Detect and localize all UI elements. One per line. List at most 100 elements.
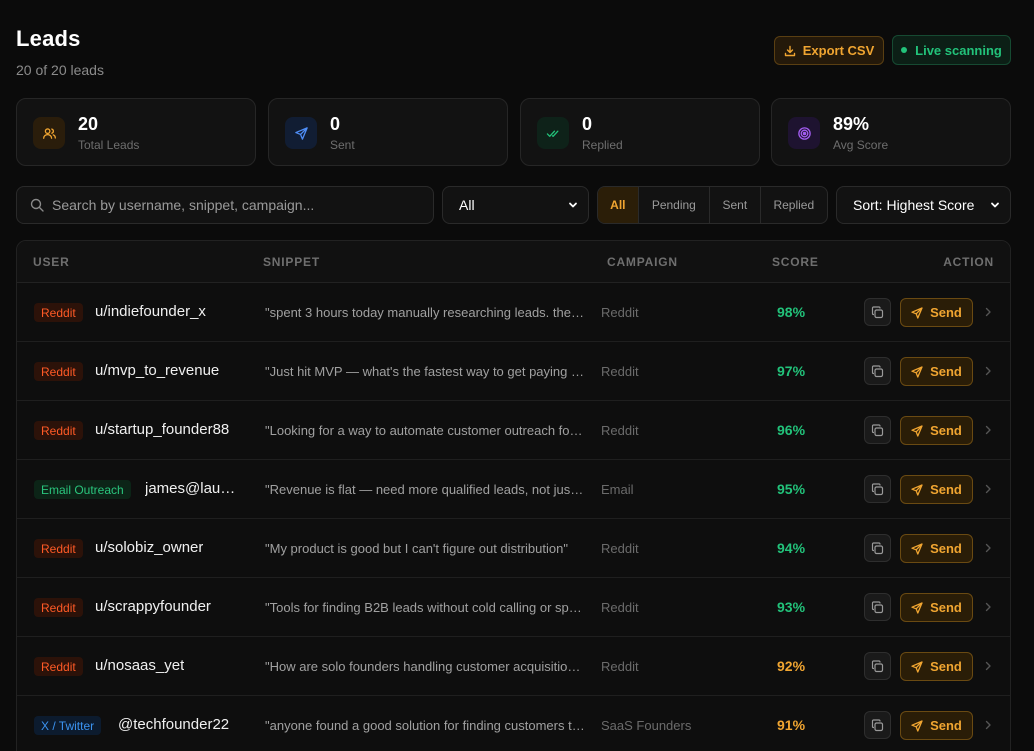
stat-card-avg-score: 89% Avg Score <box>771 98 1011 166</box>
copy-button[interactable] <box>864 357 891 385</box>
send-button[interactable]: Send <box>900 534 973 563</box>
platform-badge: Email Outreach <box>34 480 131 499</box>
lead-campaign: Reddit <box>601 305 639 320</box>
copy-button[interactable] <box>864 298 891 326</box>
column-header-action: ACTION <box>943 255 994 269</box>
chevron-right-icon[interactable] <box>983 306 993 318</box>
lead-username[interactable]: u/solobiz_owner <box>95 539 203 556</box>
lead-username[interactable]: u/indiefounder_x <box>95 303 206 320</box>
send-icon <box>285 117 317 149</box>
send-label: Send <box>930 718 962 733</box>
copy-button[interactable] <box>864 534 891 562</box>
live-scanning-label: Live scanning <box>915 42 1002 58</box>
chevron-right-icon[interactable] <box>983 365 993 377</box>
copy-icon <box>871 364 884 377</box>
table-row[interactable]: Reddit u/solobiz_owner "My product is good… <box>17 519 1010 578</box>
lead-username[interactable]: james@launchpad.io <box>145 480 241 497</box>
campaign-select-value: All <box>459 197 475 213</box>
live-dot-icon <box>901 47 908 53</box>
stat-card-replied: 0 Replied <box>520 98 760 166</box>
tab-all[interactable]: All <box>598 187 638 223</box>
live-scanning-status[interactable]: Live scanning <box>892 35 1011 65</box>
stat-label: Total Leads <box>78 138 140 152</box>
table-row[interactable]: X / Twitter @techfounder22 "anyone found a… <box>17 696 1010 751</box>
send-button[interactable]: Send <box>900 475 973 504</box>
send-label: Send <box>930 541 962 556</box>
lead-snippet: "spent 3 hours today manually researchin… <box>265 305 585 320</box>
copy-button[interactable] <box>864 652 891 680</box>
chevron-right-icon[interactable] <box>983 542 993 554</box>
lead-campaign: Reddit <box>601 600 639 615</box>
platform-badge: X / Twitter <box>34 716 102 735</box>
tab-replied[interactable]: Replied <box>759 187 827 223</box>
send-icon <box>911 483 923 496</box>
lead-username[interactable]: u/startup_founder88 <box>95 421 229 438</box>
lead-score: 91% <box>777 717 806 733</box>
send-button[interactable]: Send <box>900 711 973 740</box>
platform-badge: Reddit <box>34 362 83 381</box>
stat-label: Avg Score <box>833 138 889 152</box>
chevron-right-icon[interactable] <box>983 424 993 436</box>
table-row[interactable]: Reddit u/indiefounder_x "spent 3 hours tod… <box>17 283 1010 342</box>
lead-snippet: "My product is good but I can't figure o… <box>265 541 568 556</box>
export-csv-button[interactable]: Export CSV <box>774 36 884 65</box>
search-input[interactable] <box>52 197 422 213</box>
send-label: Send <box>930 600 962 615</box>
send-button[interactable]: Send <box>900 357 973 386</box>
campaign-select[interactable]: All <box>442 186 589 224</box>
page-title: Leads <box>16 26 81 51</box>
tab-sent[interactable]: Sent <box>709 187 760 223</box>
lead-username[interactable]: u/scrappyfounder <box>95 598 211 615</box>
table-row[interactable]: Reddit u/nosaas_yet "How are solo founders… <box>17 637 1010 696</box>
copy-icon <box>871 659 884 672</box>
send-button[interactable]: Send <box>900 593 973 622</box>
chevron-right-icon[interactable] <box>983 719 993 731</box>
chevron-right-icon[interactable] <box>983 601 993 613</box>
copy-icon <box>871 423 884 436</box>
send-icon <box>911 719 923 732</box>
send-button[interactable]: Send <box>900 652 973 681</box>
copy-button[interactable] <box>864 711 891 739</box>
lead-username[interactable]: u/nosaas_yet <box>95 657 184 674</box>
lead-score: 97% <box>777 363 806 379</box>
lead-username[interactable]: @techfounder22 <box>118 716 229 733</box>
stat-card-total-leads: 20 Total Leads <box>16 98 256 166</box>
table-row[interactable]: Reddit u/mvp_to_revenue "Just hit MVP — wh… <box>17 342 1010 401</box>
stat-label: Sent <box>330 138 355 152</box>
send-icon <box>911 424 923 437</box>
chevron-down-icon <box>569 202 577 208</box>
status-filter-tabs: All Pending Sent Replied <box>597 186 828 224</box>
lead-campaign: Email <box>601 482 634 497</box>
column-header-user: USER <box>33 255 70 269</box>
column-header-campaign: CAMPAIGN <box>607 255 678 269</box>
copy-icon <box>871 305 884 318</box>
download-icon <box>784 45 795 56</box>
tab-pending[interactable]: Pending <box>637 187 709 223</box>
lead-username[interactable]: u/mvp_to_revenue <box>95 362 219 379</box>
copy-button[interactable] <box>864 416 891 444</box>
copy-button[interactable] <box>864 593 891 621</box>
lead-campaign: Reddit <box>601 541 639 556</box>
send-button[interactable]: Send <box>900 416 973 445</box>
sort-select[interactable]: Sort: Highest Score <box>836 186 1011 224</box>
send-icon <box>911 601 923 614</box>
platform-badge: Reddit <box>34 657 83 676</box>
lead-snippet: "anyone found a good solution for findin… <box>265 718 585 733</box>
table-row[interactable]: Reddit u/startup_founder88 "Looking for a … <box>17 401 1010 460</box>
copy-icon <box>871 482 884 495</box>
check-double-icon <box>537 117 569 149</box>
copy-button[interactable] <box>864 475 891 503</box>
lead-snippet: "Revenue is flat — need more qualified l… <box>265 482 585 497</box>
send-button[interactable]: Send <box>900 298 973 327</box>
lead-campaign: Reddit <box>601 423 639 438</box>
stat-label: Replied <box>582 138 623 152</box>
table-row[interactable]: Email Outreach james@launchpad.io "Revenue… <box>17 460 1010 519</box>
chevron-right-icon[interactable] <box>983 660 993 672</box>
chevron-right-icon[interactable] <box>983 483 993 495</box>
search-box[interactable] <box>16 186 434 224</box>
lead-score: 98% <box>777 304 806 320</box>
lead-score: 92% <box>777 658 806 674</box>
table-row[interactable]: Reddit u/scrappyfounder "Tools for finding… <box>17 578 1010 637</box>
lead-count: 20 of 20 leads <box>16 62 104 78</box>
lead-score: 95% <box>777 481 806 497</box>
